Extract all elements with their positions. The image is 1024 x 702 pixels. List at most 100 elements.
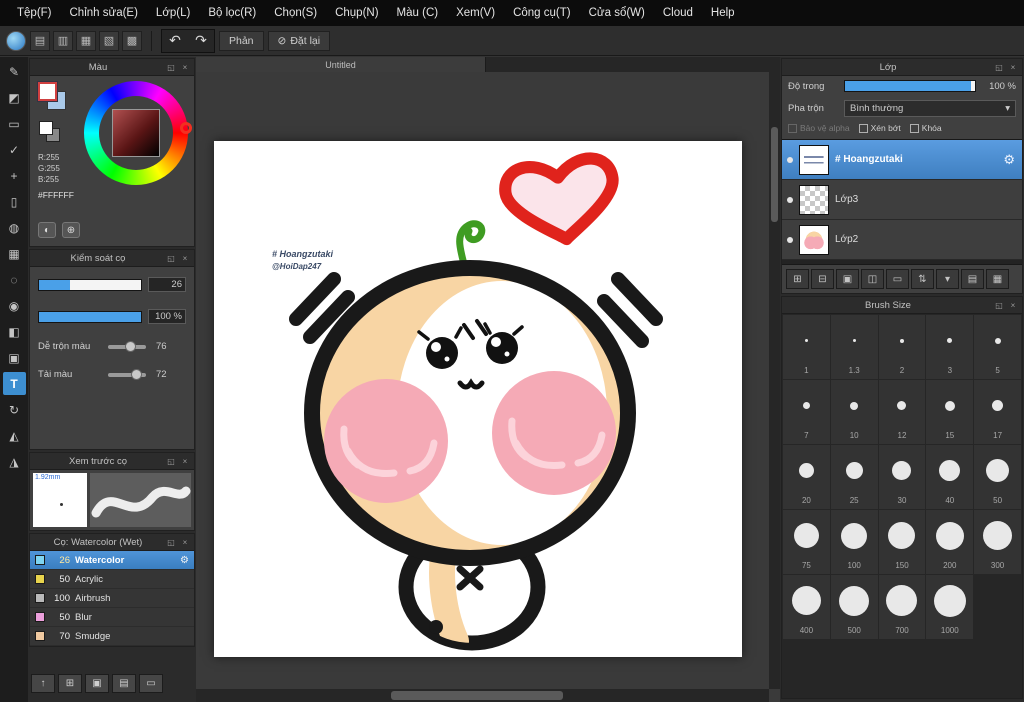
merge-layer-icon[interactable]: ◫ — [861, 269, 884, 289]
menu-item-filter[interactable]: Bộ lọc(R) — [199, 7, 265, 19]
text-tool[interactable]: T — [2, 372, 26, 395]
clear-layer-icon[interactable]: ▤ — [961, 269, 984, 289]
popout-icon[interactable]: ◱ — [166, 538, 176, 547]
brush-size-cell[interactable]: 30 — [878, 445, 926, 509]
close-icon[interactable]: × — [180, 63, 190, 72]
gradient-tool[interactable]: ◧ — [3, 320, 26, 343]
brush-size-slider[interactable] — [38, 278, 142, 291]
blend-mode-select[interactable]: Bình thường ▾ — [844, 100, 1016, 117]
current-brush-icon[interactable] — [6, 30, 26, 51]
close-icon[interactable]: × — [180, 538, 190, 547]
menu-item-select[interactable]: Chọn(S) — [265, 7, 326, 19]
popout-icon[interactable]: ◱ — [166, 63, 176, 72]
close-icon[interactable]: × — [1008, 301, 1018, 310]
layer-visibility-dot[interactable] — [787, 236, 793, 243]
new-brush-icon[interactable]: ⊞ — [58, 674, 82, 693]
brush-folder-icon[interactable]: ▭ — [139, 674, 163, 693]
brush-size-cell[interactable]: 1000 — [926, 575, 974, 639]
brush-size-cell[interactable]: 5 — [974, 315, 1021, 379]
close-icon[interactable]: × — [180, 254, 190, 263]
load-color-slider[interactable] — [108, 368, 146, 380]
brush-size-cell[interactable]: 1.3 — [830, 315, 878, 379]
brush-size-cell[interactable]: 500 — [830, 575, 878, 639]
lasso-tool[interactable]: ◌ — [3, 268, 26, 291]
menu-item-window[interactable]: Cửa sổ(W) — [580, 7, 654, 19]
menu-item-color[interactable]: Màu (C) — [388, 7, 448, 19]
layer-settings-gear-icon[interactable]: ⚙ — [1003, 152, 1015, 168]
move-layer-icon[interactable]: ⇅ — [911, 269, 934, 289]
save-icon[interactable]: ▥ — [53, 30, 73, 51]
layer-folder-icon[interactable]: ▭ — [886, 269, 909, 289]
palette-icon[interactable]: ◐ — [38, 222, 56, 238]
brush-menu-icon[interactable]: ▣ — [85, 674, 109, 693]
popout-icon[interactable]: ◱ — [994, 301, 1004, 310]
horizontal-scroll-thumb[interactable] — [390, 691, 563, 700]
redo-icon[interactable]: ↷ — [188, 30, 214, 52]
move-tool[interactable]: + — [3, 164, 26, 187]
brush-size-cell[interactable]: 20 — [783, 445, 830, 509]
menu-item-view[interactable]: Xem(V) — [447, 7, 504, 19]
snap-settings-icon[interactable]: ▧ — [99, 30, 119, 51]
brush-opacity-value[interactable]: 100 % — [148, 309, 186, 324]
secondary-swatch-front[interactable] — [39, 121, 53, 135]
brush-size-cell[interactable]: 3 — [926, 315, 974, 379]
menu-item-edit[interactable]: Chỉnh sửa(E) — [61, 7, 147, 19]
brush-list-item[interactable]: 26 Watercolor ⚙ — [30, 551, 194, 570]
color-mixer-icon[interactable]: ⊕ — [62, 222, 80, 238]
menu-item-help[interactable]: Help — [702, 7, 744, 19]
menu-item-tools[interactable]: Công cụ(T) — [504, 7, 580, 19]
select-tool[interactable]: ▭ — [3, 112, 26, 135]
brush-list-item[interactable]: 50 Blur — [30, 608, 194, 627]
undo-icon[interactable]: ↶ — [162, 30, 188, 52]
delete-layer-icon[interactable]: ▦ — [986, 269, 1009, 289]
saturation-picker[interactable] — [112, 109, 160, 157]
stamp-tool[interactable]: ▣ — [3, 346, 26, 369]
brush-size-cell[interactable]: 2 — [878, 315, 926, 379]
popout-icon[interactable]: ◱ — [166, 457, 176, 466]
reset-button[interactable]: ⊘ Đặt lại — [267, 30, 331, 51]
canvas-horizontal-scrollbar[interactable] — [196, 689, 769, 702]
shape-tool[interactable]: ▯ — [3, 190, 26, 213]
brush-size-cell[interactable]: 1 — [783, 315, 830, 379]
canvas-vertical-scrollbar[interactable] — [769, 72, 780, 689]
rotate-tool[interactable]: ↻ — [3, 398, 26, 421]
brush-size-value[interactable]: 26 — [148, 277, 186, 292]
pen-tool[interactable]: ✎ — [3, 60, 26, 83]
brush-opacity-slider[interactable] — [38, 310, 142, 323]
layer-menu-icon[interactable]: ▾ — [936, 269, 959, 289]
layer-opacity-slider[interactable] — [844, 80, 976, 92]
brush-list-item[interactable]: 100 Airbrush — [30, 589, 194, 608]
checkbox-lock[interactable]: Khóa — [909, 123, 942, 133]
menu-item-layer[interactable]: Lớp(L) — [147, 7, 199, 19]
popout-icon[interactable]: ◱ — [994, 63, 1004, 72]
close-icon[interactable]: × — [1008, 63, 1018, 72]
checkbox-clipping[interactable]: Xén bớt — [858, 123, 901, 133]
brush-size-cell[interactable]: 7 — [783, 380, 830, 444]
menu-item-snap[interactable]: Chụp(N) — [326, 7, 387, 19]
checkbox-protect-alpha[interactable]: Bảo vệ alpha — [788, 123, 850, 133]
wand-tool[interactable]: ✓ — [3, 138, 26, 161]
menu-item-file[interactable]: Tệp(F) — [8, 7, 61, 19]
brush-size-cell[interactable]: 40 — [926, 445, 974, 509]
brush-size-cell[interactable]: 12 — [878, 380, 926, 444]
brush-size-cell[interactable]: 300 — [974, 510, 1021, 574]
brush-size-cell[interactable]: 10 — [830, 380, 878, 444]
brush-size-cell[interactable]: 100 — [830, 510, 878, 574]
new-layer-icon[interactable]: ⊞ — [786, 269, 809, 289]
layer-row-hoangzutaki[interactable]: # Hoangzutaki ⚙ — [782, 140, 1022, 180]
brush-list-item[interactable]: 50 Acrylic — [30, 570, 194, 589]
brush-list-item[interactable]: 70 Smudge — [30, 627, 194, 646]
upload-brush-icon[interactable]: ↑ — [31, 674, 55, 693]
brush-settings-gear-icon[interactable]: ⚙ — [180, 555, 189, 566]
export-icon[interactable]: ▦ — [76, 30, 96, 51]
eraser-tool[interactable]: ◩ — [3, 86, 26, 109]
brush-size-cell[interactable]: 400 — [783, 575, 830, 639]
remove-layer-icon[interactable]: ⊟ — [811, 269, 834, 289]
hue-indicator[interactable] — [180, 122, 192, 134]
grid-tool[interactable]: ▦ — [3, 242, 26, 265]
drawing-canvas[interactable]: # Hoangzutaki @HoiDap247 — [214, 141, 742, 657]
layer-visibility-dot[interactable] — [787, 196, 793, 203]
menu-item-cloud[interactable]: Cloud — [654, 7, 702, 19]
zoom-tool[interactable]: ◮ — [3, 450, 26, 473]
foreground-color-swatch[interactable] — [37, 81, 58, 102]
